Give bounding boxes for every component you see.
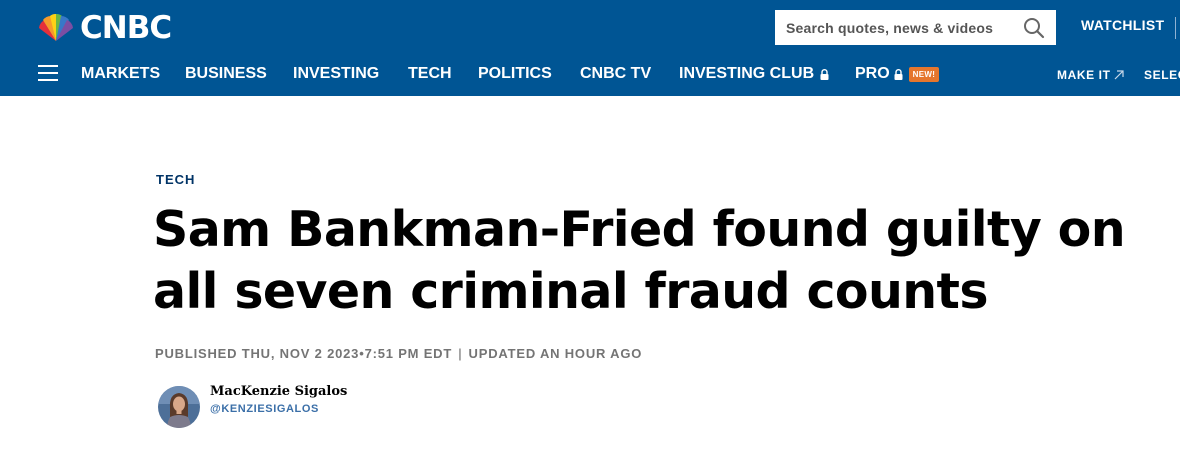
nav-item-pro[interactable]: PRO NEW!: [855, 64, 940, 84]
author-name[interactable]: MacKenzie Sigalos: [210, 384, 347, 399]
external-arrow-icon: [1114, 70, 1124, 80]
nav-item-markets[interactable]: MARKETS: [81, 64, 160, 84]
nav-item-investing-club[interactable]: INVESTING CLUB: [679, 64, 829, 84]
author-avatar[interactable]: [158, 386, 200, 428]
published-time: PUBLISHED THU, NOV 2 2023•7:51 PM EDT: [155, 346, 453, 361]
site-header: CNBC WATCHLIST MARKETS BUSINESS INVESTIN…: [0, 0, 1180, 96]
nav-item-investing[interactable]: INVESTING: [293, 64, 379, 84]
watchlist-link[interactable]: WATCHLIST: [1081, 17, 1164, 33]
updated-time: UPDATED AN HOUR AGO: [468, 346, 643, 361]
author-photo: [158, 386, 200, 428]
new-badge: NEW!: [908, 66, 940, 82]
search-icon[interactable]: [1023, 17, 1045, 39]
article-headline: Sam Bankman-Fried found guilty on all se…: [153, 201, 1126, 320]
nav-item-politics[interactable]: POLITICS: [478, 64, 552, 84]
nav-item-tech[interactable]: TECH: [408, 64, 452, 84]
nav-item-cnbc-tv[interactable]: CNBC TV: [580, 64, 651, 84]
article-timestamp: PUBLISHED THU, NOV 2 2023•7:51 PM EDT | UP…: [155, 346, 642, 361]
header-divider: [1175, 17, 1176, 39]
meta-separator: |: [458, 346, 463, 361]
peacock-icon: [39, 14, 73, 41]
logo-text: CNBC: [80, 10, 172, 46]
nav-item-select[interactable]: SELEC: [1144, 68, 1180, 82]
search-input[interactable]: [775, 11, 1015, 44]
author-handle[interactable]: @KENZIESIGALOS: [210, 403, 319, 415]
nav-item-business[interactable]: BUSINESS: [185, 64, 267, 84]
section-label[interactable]: TECH: [156, 172, 195, 187]
hamburger-menu-icon[interactable]: [38, 65, 58, 82]
lock-icon: [820, 68, 829, 80]
nav-item-make-it[interactable]: MAKE IT: [1057, 68, 1124, 82]
lock-icon: [894, 68, 903, 80]
cnbc-logo[interactable]: CNBC: [36, 10, 172, 46]
search-box[interactable]: [775, 10, 1056, 45]
